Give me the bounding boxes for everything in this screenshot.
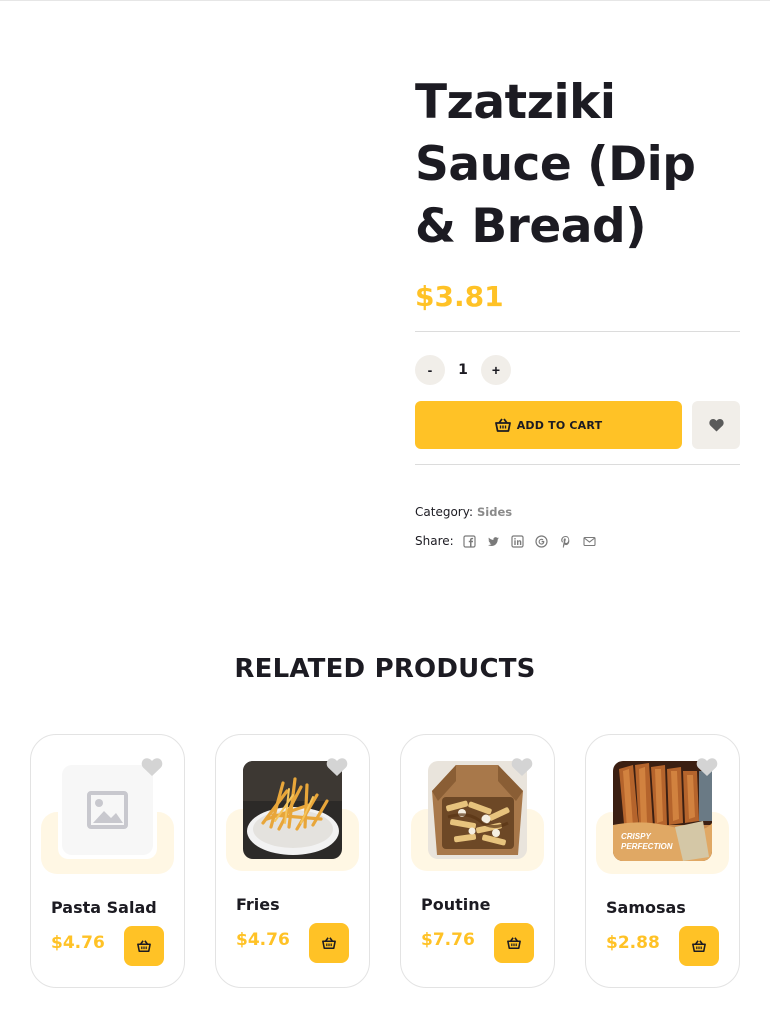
add-to-wishlist-button[interactable]: [692, 401, 740, 449]
basket-icon: [494, 418, 511, 432]
product-name[interactable]: Fries: [236, 895, 280, 914]
pinterest-icon[interactable]: [559, 535, 572, 548]
quantity-decrease-button[interactable]: -: [415, 355, 445, 385]
samosas-image-caption-2: PERFECTION: [621, 842, 673, 851]
product-price: $2.88: [606, 933, 660, 953]
product-image-area: [30, 60, 370, 580]
product-name[interactable]: Poutine: [421, 895, 490, 914]
basket-icon: [322, 937, 336, 950]
product-name[interactable]: Samosas: [606, 898, 686, 917]
google-icon[interactable]: [535, 534, 548, 548]
product-price: $4.76: [236, 930, 290, 950]
wishlist-heart-icon[interactable]: [326, 757, 348, 777]
add-to-cart-button[interactable]: [679, 926, 719, 966]
share-label: Share:: [415, 534, 454, 548]
divider: [415, 464, 740, 465]
email-icon[interactable]: [583, 535, 596, 548]
wishlist-heart-icon[interactable]: [696, 757, 718, 777]
heart-icon: [708, 418, 724, 432]
related-product-card[interactable]: Poutine $7.76: [400, 734, 555, 988]
product-price: $7.76: [421, 930, 475, 950]
category-line: Category: Sides: [415, 503, 740, 521]
product-meta: Category: Sides Share:: [415, 503, 740, 550]
add-to-cart-label: ADD TO CART: [516, 418, 603, 432]
samosas-image-caption-1: CRISPY: [621, 832, 651, 841]
divider: [415, 331, 740, 332]
basket-icon: [507, 937, 521, 950]
basket-icon: [137, 940, 151, 953]
facebook-icon[interactable]: [463, 534, 476, 548]
related-product-card[interactable]: Fries $4.76: [215, 734, 370, 988]
share-line: Share:: [415, 532, 740, 550]
add-to-cart-button[interactable]: [309, 923, 349, 963]
related-product-card[interactable]: Pasta Salad $4.76: [30, 734, 185, 988]
basket-icon: [692, 940, 706, 953]
linkedin-icon[interactable]: [511, 534, 524, 548]
related-products-heading: RELATED PRODUCTS: [234, 654, 536, 684]
cart-actions: ADD TO CART: [415, 401, 740, 449]
related-product-card[interactable]: CRISPY PERFECTION Samosas $2.88: [585, 734, 740, 988]
product-name[interactable]: Pasta Salad: [51, 898, 157, 917]
category-link[interactable]: Sides: [477, 505, 512, 519]
category-label: Category:: [415, 505, 473, 519]
quantity-increase-button[interactable]: +: [481, 355, 511, 385]
quantity-stepper: - 1 +: [415, 354, 740, 386]
twitter-icon[interactable]: [487, 535, 500, 548]
wishlist-heart-icon[interactable]: [141, 757, 163, 777]
add-to-cart-button[interactable]: ADD TO CART: [415, 401, 682, 449]
product-summary: Tzatziki Sauce (Dip & Bread) $3.81 - 1 +…: [415, 72, 740, 550]
product-price: $3.81: [415, 280, 504, 313]
wishlist-heart-icon[interactable]: [511, 757, 533, 777]
add-to-cart-button[interactable]: [494, 923, 534, 963]
add-to-cart-button[interactable]: [124, 926, 164, 966]
share-icons: [463, 534, 596, 548]
quantity-input[interactable]: 1: [445, 355, 481, 385]
product-price: $4.76: [51, 933, 105, 953]
top-divider: [0, 0, 770, 1]
product-title: Tzatziki Sauce (Dip & Bread): [415, 75, 696, 254]
